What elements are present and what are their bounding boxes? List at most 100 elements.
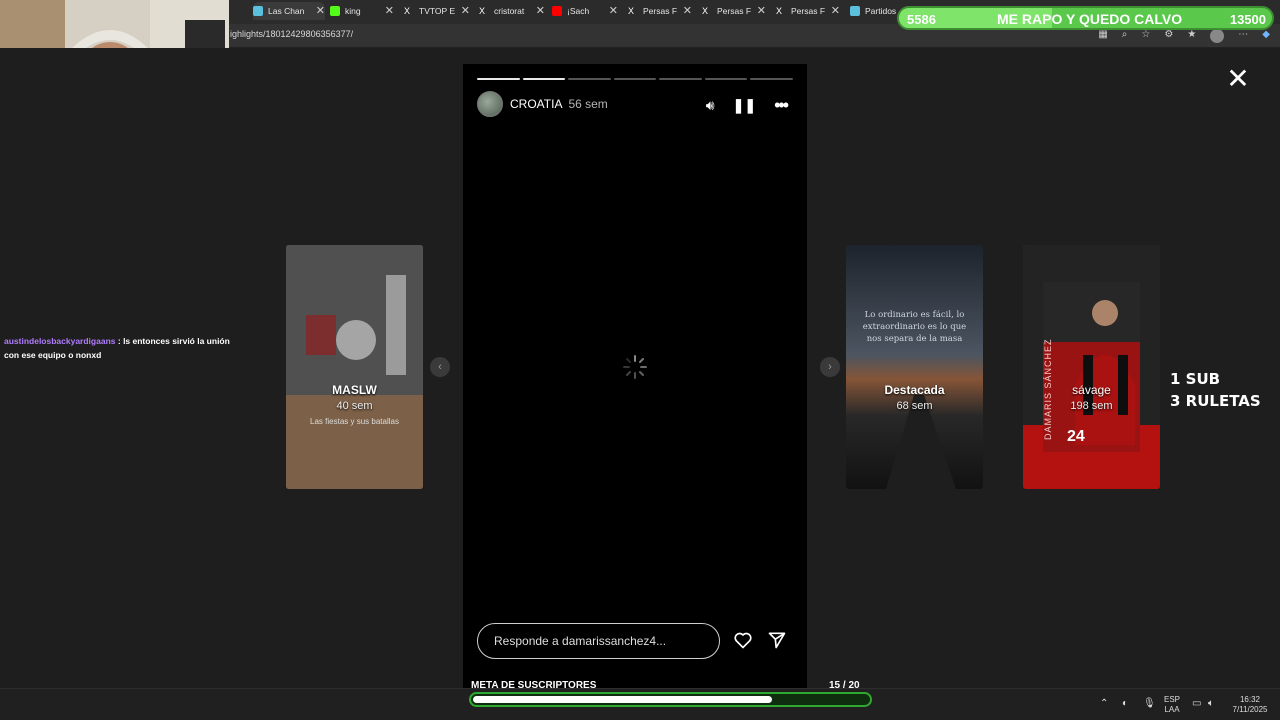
more-options-icon[interactable]: ••• — [774, 95, 789, 116]
promo-line-2: 3 RULETAS — [1170, 392, 1261, 410]
tab-label: Persas F — [643, 6, 678, 16]
tab-persas-2[interactable]: X Persas F ✕ — [702, 2, 766, 20]
thumb-time: 68 sem — [896, 400, 933, 412]
extensions-icon[interactable]: ⚙ — [1164, 29, 1173, 43]
close-tab-icon[interactable]: ✕ — [757, 4, 766, 17]
thumb-title: sávage — [1072, 383, 1111, 397]
apps-icon[interactable]: ▦ — [1098, 29, 1107, 43]
language-code: ESP — [1164, 695, 1181, 704]
story-progress-segment — [568, 78, 611, 80]
story-header: CROATIA 56 sem 🔊︎ ❚❚ ••• — [477, 91, 793, 117]
sub-goal-count: 15 / 20 — [829, 680, 860, 691]
close-tab-icon[interactable]: ✕ — [683, 4, 692, 17]
goal-title: ME RAPO Y QUEDO CALVO — [997, 11, 1183, 27]
clock-date: 7/11/2025 — [1232, 705, 1268, 714]
chat-username: austindelosbackyardigaans — [4, 336, 116, 346]
goal-progress-overlay: 5586 ME RAPO Y QUEDO CALVO 13500 — [897, 6, 1274, 30]
favorites-bar-icon[interactable]: ★ — [1187, 29, 1196, 43]
volume-icon[interactable]: 🔊︎ — [706, 97, 715, 114]
story-progress-segment — [477, 78, 520, 80]
story-progress-segment — [704, 78, 748, 80]
keyboard-layout: LAA — [1164, 705, 1180, 714]
youtube-icon — [552, 6, 562, 16]
close-tab-icon[interactable]: ✕ — [831, 4, 840, 17]
tab-sach[interactable]: ¡Sach ✕ — [552, 2, 618, 20]
story-progress-bar — [477, 78, 794, 81]
more-icon[interactable]: ⋯ — [1238, 29, 1248, 43]
close-tab-icon[interactable]: ✕ — [536, 4, 545, 17]
story-thumb-image — [286, 245, 423, 489]
chat-message: austindelosbackyardigaans : ls entonces … — [4, 334, 244, 362]
story-time: 56 sem — [568, 97, 608, 111]
next-story-button[interactable]: › — [820, 357, 840, 377]
tab-label: king — [345, 6, 361, 16]
x-icon: X — [628, 6, 635, 16]
like-heart-icon[interactable] — [733, 630, 753, 650]
tab-label: Las Chan — [268, 6, 305, 16]
close-tab-icon[interactable]: ✕ — [461, 4, 470, 17]
goal-target-value: 13500 — [1229, 12, 1266, 27]
language-indicator[interactable]: ESP LAA — [1164, 695, 1180, 715]
clock-time: 16:32 — [1239, 695, 1261, 704]
tab-label: Persas F — [791, 6, 826, 16]
sub-goal-progress — [469, 692, 872, 707]
story-username[interactable]: CROATIA — [510, 97, 562, 111]
close-viewer-button[interactable]: ✕ — [1226, 65, 1250, 93]
copilot-icon[interactable]: ◆ — [1262, 29, 1270, 43]
jersey-number: 24 — [1067, 428, 1085, 445]
tab-partidos[interactable]: Partidos — [850, 2, 896, 20]
sub-goal-label: META DE SUSCRIPTORES — [471, 680, 597, 691]
close-tab-icon[interactable]: ✕ — [385, 4, 394, 17]
tab-persas-1[interactable]: X Persas F ✕ — [628, 2, 692, 20]
promo-text: 1 SUB 3 RULETAS — [1170, 368, 1261, 412]
tab-king[interactable]: king ✕ — [330, 2, 394, 20]
microphone-icon[interactable]: 🎙︎ — [1143, 698, 1156, 709]
x-icon: X — [479, 6, 486, 16]
tab-label: ¡Sach — [567, 6, 590, 16]
tab-label: TVTOP E — [419, 6, 456, 16]
story-thumb-maslw[interactable]: MASLW 40 sem Las fiestas y sus batallas — [286, 245, 423, 489]
previous-story-button[interactable]: ‹ — [430, 357, 450, 377]
loading-spinner-icon — [623, 355, 647, 379]
story-avatar[interactable] — [477, 91, 503, 117]
pause-icon[interactable]: ❚❚ — [733, 97, 756, 114]
tab-persas-3[interactable]: X Persas F ✕ — [776, 2, 840, 20]
tab-las-chan[interactable]: Las Chan ✕ — [253, 2, 325, 20]
tab-label: Persas F — [717, 6, 752, 16]
story-thumb-image — [846, 245, 983, 489]
story-thumb-destacada[interactable]: Lo ordinario es fácil, lo extraordinario… — [846, 245, 983, 489]
thumb-title: MASLW — [332, 383, 377, 397]
tab-favicon — [253, 6, 263, 16]
profile-avatar[interactable] — [1210, 29, 1225, 43]
story-progress-segment — [659, 78, 702, 80]
x-icon: X — [776, 6, 783, 16]
display-icon[interactable]: ▭ — [1192, 698, 1201, 709]
story-thumb-savage[interactable]: DAMARIS SÁNCHEZ 24 sávage 198 sem — [1023, 245, 1160, 489]
browser-toolbar: ▦ ⌕ ☆ ⚙ ★ ⋯ ◆ — [1098, 29, 1270, 43]
tab-label: cristorat — [494, 6, 525, 16]
sub-goal-progress-fill — [473, 696, 773, 703]
thumb-title: Destacada — [884, 383, 945, 397]
tab-label: Partidos — [865, 6, 896, 16]
reply-input[interactable]: Responde a damarissanchez4... — [477, 623, 720, 659]
tab-tvtop[interactable]: X TVTOP E ✕ — [404, 2, 470, 20]
speaker-icon[interactable]: 🔈︎ — [1208, 698, 1214, 709]
close-tab-icon[interactable]: ✕ — [609, 4, 618, 17]
tray-app-icon[interactable]: ◐ — [1122, 698, 1128, 709]
zoom-icon[interactable]: ⌕ — [1122, 29, 1128, 43]
clock[interactable]: 16:32 7/11/2025 — [1228, 695, 1272, 715]
send-icon[interactable] — [767, 630, 787, 650]
tab-cristorat[interactable]: Xcristorat ✕ — [479, 2, 545, 20]
favorite-icon[interactable]: ☆ — [1141, 29, 1150, 43]
x-icon: X — [702, 6, 709, 16]
close-tab-icon[interactable]: ✕ — [316, 4, 325, 17]
thumb-caption: Las fiestas y sus batallas — [310, 417, 399, 426]
promo-line-1: 1 SUB — [1170, 370, 1221, 388]
tab-favicon — [850, 6, 860, 16]
story-progress-segment — [750, 78, 794, 80]
kick-icon — [330, 6, 340, 16]
story-progress-segment — [613, 78, 657, 80]
tray-chevron-icon[interactable]: ⌃ — [1100, 698, 1108, 709]
url-field[interactable]: ighlights/18012429806356377/ — [230, 29, 353, 39]
story-controls: 🔊︎ ❚❚ ••• — [706, 95, 789, 116]
